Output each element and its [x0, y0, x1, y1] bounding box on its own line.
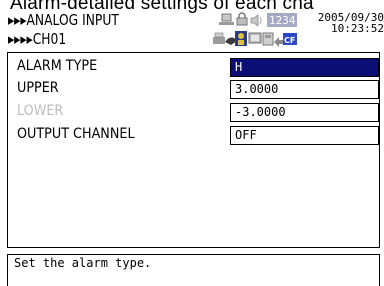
setting-row-upper[interactable]: UPPER 3.0000	[17, 80, 379, 100]
output-channel-label: OUTPUT CHANNEL	[17, 126, 135, 142]
output-channel-field[interactable]: OFF	[230, 126, 379, 145]
printer-icon	[213, 32, 225, 44]
counter-display: 1234	[267, 13, 297, 27]
settings-panel: ALARM TYPE H UPPER 3.0000 LOWER -3.0000 …	[7, 52, 380, 248]
setting-row-alarm-type[interactable]: ALARM TYPE H	[17, 58, 379, 78]
setting-row-output-channel[interactable]: OUTPUT CHANNEL OFF	[17, 126, 379, 146]
upper-value: 3.0000	[235, 82, 279, 96]
output-channel-value: OFF	[235, 128, 257, 142]
cf-card-label: CF	[284, 36, 295, 45]
sound-icon	[250, 14, 262, 27]
help-text: Set the alarm type.	[14, 256, 152, 270]
help-message-bar: Set the alarm type.	[7, 254, 380, 286]
counter-text: 1234	[269, 14, 296, 27]
breadcrumb-channel[interactable]: ▸▸▸▸CH01	[8, 30, 66, 48]
storage-icon	[262, 32, 274, 46]
display-icon	[248, 32, 262, 44]
upper-label: UPPER	[17, 80, 59, 96]
lower-label: LOWER	[17, 103, 64, 119]
network-icon	[219, 13, 234, 25]
alarm-type-label: ALARM TYPE	[17, 58, 98, 74]
lock-icon	[236, 12, 248, 26]
clock-time: 10:23:52	[331, 22, 384, 35]
clock: 2005/09/30 10:23:52	[312, 12, 384, 34]
user-icon	[235, 31, 247, 46]
breadcrumb-analog-input[interactable]: ▸▸▸ANALOG INPUT	[8, 11, 119, 29]
status-icons-svg: 1234 CF	[213, 12, 297, 47]
arrow-icon	[274, 37, 283, 47]
alarm-type-value: H	[235, 60, 243, 74]
setting-row-lower: LOWER -3.0000	[17, 103, 379, 123]
status-icon-bar: 1234 CF	[212, 12, 297, 50]
cf-card-icon: CF	[283, 33, 297, 45]
lower-field: -3.0000	[230, 103, 379, 122]
upper-field[interactable]: 3.0000	[230, 80, 379, 99]
alarm-type-field[interactable]: H	[230, 58, 379, 77]
lower-value: -3.0000	[235, 105, 286, 119]
